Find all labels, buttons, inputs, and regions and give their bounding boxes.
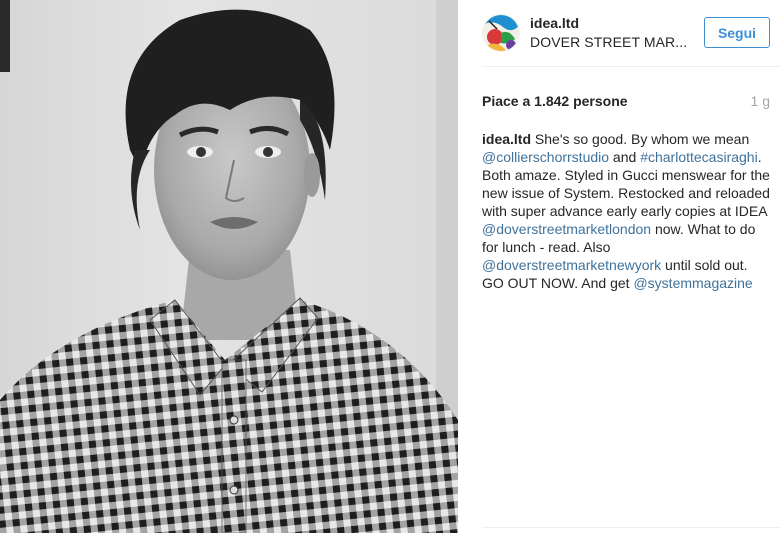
post-location[interactable]: DOVER STREET MAR... [530, 34, 687, 50]
profile-avatar[interactable] [482, 14, 520, 52]
footer-divider [482, 527, 780, 528]
header-divider [482, 66, 780, 67]
portrait-photo-image [0, 0, 458, 533]
caption-link[interactable]: @doverstreetmarketnewyork [482, 257, 661, 273]
follow-button[interactable]: Segui [704, 17, 770, 48]
caption-link[interactable]: @collierschorrstudio [482, 149, 609, 165]
post-sidebar: idea.ltd DOVER STREET MAR... Segui Piace… [458, 0, 780, 533]
caption-username[interactable]: idea.ltd [482, 131, 531, 147]
post-header: idea.ltd DOVER STREET MAR... Segui [458, 0, 780, 66]
caption-text: She's so good. By whom we mean [531, 131, 750, 147]
likes-count[interactable]: Piace a 1.842 persone [482, 93, 628, 109]
avatar-image-icon [483, 15, 519, 51]
post-caption: idea.ltd She's so good. By whom we mean … [482, 130, 772, 292]
post-photo[interactable] [0, 0, 458, 533]
caption-link[interactable]: @doverstreetmarketlondon [482, 221, 651, 237]
post-timestamp[interactable]: 1 g [751, 93, 770, 109]
caption-link[interactable]: @systemmagazine [633, 275, 752, 291]
post-username[interactable]: idea.ltd [530, 15, 579, 31]
caption-link[interactable]: #charlottecasiraghi [640, 149, 758, 165]
caption-text: and [609, 149, 641, 165]
